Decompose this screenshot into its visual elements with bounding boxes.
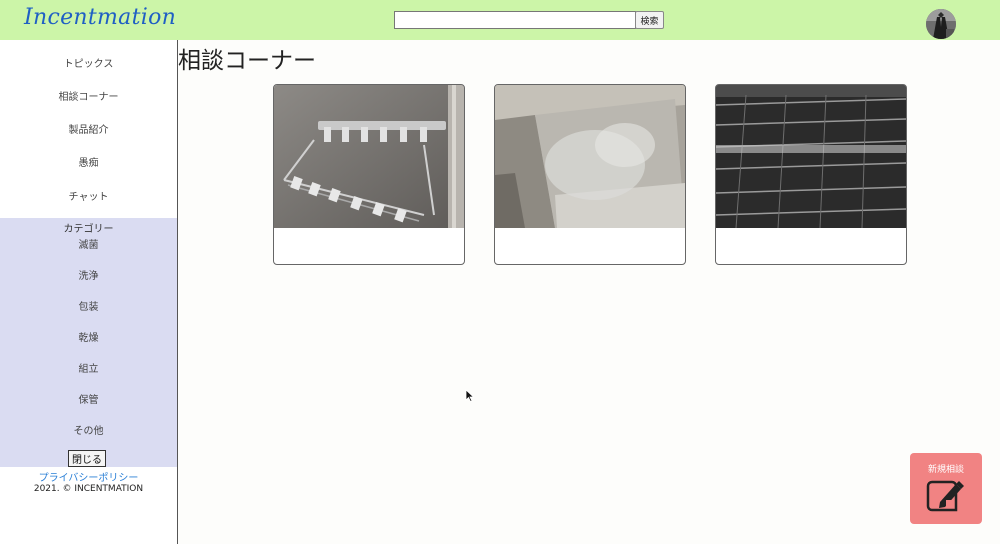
category-item-sterilization[interactable]: 滅菌 bbox=[0, 236, 177, 251]
sidebar: トピックス 相談コーナー 製品紹介 愚痴 チャット カテゴリー 滅菌 洗浄 包装… bbox=[0, 40, 178, 544]
close-menu-button[interactable]: 閉じる bbox=[68, 450, 106, 467]
category-item-other[interactable]: その他 bbox=[0, 422, 177, 437]
privacy-policy-link[interactable]: プライバシーポリシー bbox=[0, 469, 177, 484]
sidebar-item-products[interactable]: 製品紹介 bbox=[0, 121, 177, 136]
category-item-storage[interactable]: 保管 bbox=[0, 391, 177, 406]
category-heading: カテゴリー bbox=[63, 224, 114, 235]
consultation-card[interactable] bbox=[494, 84, 686, 265]
consultation-card[interactable] bbox=[273, 84, 465, 265]
sidebar-item-topics[interactable]: トピックス bbox=[0, 55, 177, 70]
new-consultation-button[interactable]: 新規相談 bbox=[910, 453, 982, 524]
user-avatar[interactable] bbox=[926, 9, 956, 39]
search-input[interactable] bbox=[394, 11, 636, 29]
mouse-cursor-icon bbox=[465, 389, 475, 403]
category-item-assembly[interactable]: 組立 bbox=[0, 360, 177, 375]
wire-rack-shelves-photo bbox=[716, 85, 906, 228]
edit-note-icon bbox=[926, 480, 964, 512]
category-item-drying[interactable]: 乾燥 bbox=[0, 329, 177, 344]
sidebar-item-complaints[interactable]: 愚痴 bbox=[0, 154, 177, 169]
site-logo[interactable]: Incentmation bbox=[24, 5, 176, 30]
copyright-text: 2021. © INCENTMATION bbox=[33, 484, 144, 494]
category-item-washing[interactable]: 洗浄 bbox=[0, 267, 177, 282]
avatar-photo-icon bbox=[926, 9, 956, 39]
sidebar-item-chat[interactable]: チャット bbox=[0, 188, 177, 203]
top-header: Incentmation 検索 bbox=[0, 0, 1000, 40]
search-button[interactable]: 検索 bbox=[635, 11, 664, 29]
new-consultation-label: 新規相談 bbox=[927, 465, 964, 475]
basin-sink-photo bbox=[495, 85, 685, 228]
metal-instrument-rack-photo bbox=[274, 85, 464, 228]
category-item-packaging[interactable]: 包装 bbox=[0, 298, 177, 313]
consultation-card[interactable] bbox=[715, 84, 907, 265]
sidebar-item-consultation[interactable]: 相談コーナー bbox=[0, 88, 177, 103]
category-panel: カテゴリー 滅菌 洗浄 包装 乾燥 組立 保管 その他 bbox=[0, 218, 177, 467]
page-title: 相談コーナー bbox=[178, 48, 316, 74]
